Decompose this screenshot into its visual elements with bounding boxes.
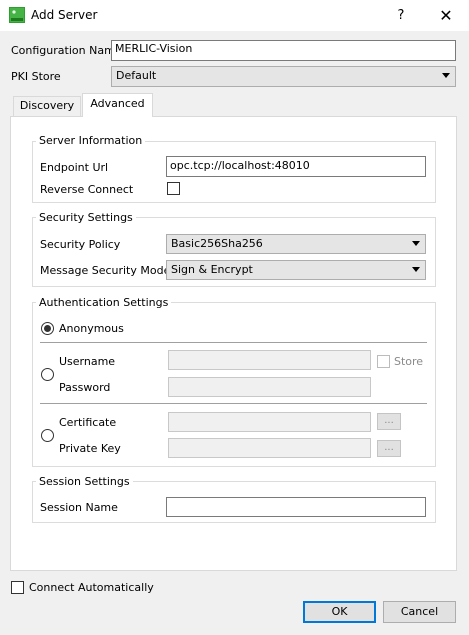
divider <box>40 342 427 343</box>
tab-discovery[interactable]: Discovery <box>13 96 81 116</box>
username-input[interactable] <box>168 350 371 370</box>
endpoint-url-label: Endpoint Url <box>40 161 109 174</box>
message-security-mode-value: Sign & Encrypt <box>171 263 253 276</box>
private-key-browse-button[interactable]: ... <box>377 440 401 457</box>
message-security-mode-label: Message Security Mode <box>40 264 171 277</box>
anonymous-label: Anonymous <box>59 322 124 335</box>
configuration-name-label: Configuration Name <box>11 44 122 57</box>
certificate-input[interactable] <box>168 412 371 432</box>
store-checkbox[interactable] <box>377 355 390 368</box>
server-information-title: Server Information <box>36 134 146 147</box>
security-settings-title: Security Settings <box>36 211 136 224</box>
certificate-label: Certificate <box>59 416 117 429</box>
security-policy-value: Basic256Sha256 <box>171 237 263 250</box>
anonymous-radio[interactable] <box>41 322 54 335</box>
chevron-down-icon <box>412 267 420 272</box>
reverse-connect-label: Reverse Connect <box>40 183 134 196</box>
chevron-down-icon <box>442 73 450 78</box>
session-name-label: Session Name <box>40 501 118 514</box>
divider <box>40 403 427 404</box>
session-settings-title: Session Settings <box>36 475 133 488</box>
certificate-radio[interactable] <box>41 429 54 442</box>
private-key-label: Private Key <box>59 442 121 455</box>
store-label: Store <box>394 355 424 368</box>
configuration-name-input[interactable]: MERLIC-Vision <box>111 40 456 61</box>
password-input[interactable] <box>168 377 371 397</box>
app-icon <box>9 7 25 23</box>
help-button[interactable]: ? <box>391 6 411 26</box>
close-button[interactable]: ✕ <box>433 4 459 28</box>
session-name-input[interactable] <box>166 497 426 517</box>
connect-automatically-label: Connect Automatically <box>29 581 154 594</box>
security-policy-select[interactable]: Basic256Sha256 <box>166 234 426 254</box>
connect-automatically-checkbox[interactable] <box>11 581 24 594</box>
username-radio[interactable] <box>41 368 54 381</box>
pki-store-select[interactable]: Default <box>111 66 456 87</box>
pki-store-label: PKI Store <box>11 70 61 83</box>
username-label: Username <box>59 355 116 368</box>
pki-store-value: Default <box>116 69 157 82</box>
chevron-down-icon <box>412 241 420 246</box>
endpoint-url-input[interactable]: opc.tcp://localhost:48010 <box>166 156 426 177</box>
ok-button[interactable]: OK <box>303 601 376 623</box>
window-title: Add Server <box>31 8 98 22</box>
security-policy-label: Security Policy <box>40 238 121 251</box>
authentication-settings-title: Authentication Settings <box>36 296 172 309</box>
tab-advanced[interactable]: Advanced <box>82 93 153 117</box>
private-key-input[interactable] <box>168 438 371 458</box>
certificate-browse-button[interactable]: ... <box>377 413 401 430</box>
cancel-button[interactable]: Cancel <box>383 601 456 623</box>
message-security-mode-select[interactable]: Sign & Encrypt <box>166 260 426 280</box>
password-label: Password <box>59 381 111 394</box>
reverse-connect-checkbox[interactable] <box>167 182 180 195</box>
